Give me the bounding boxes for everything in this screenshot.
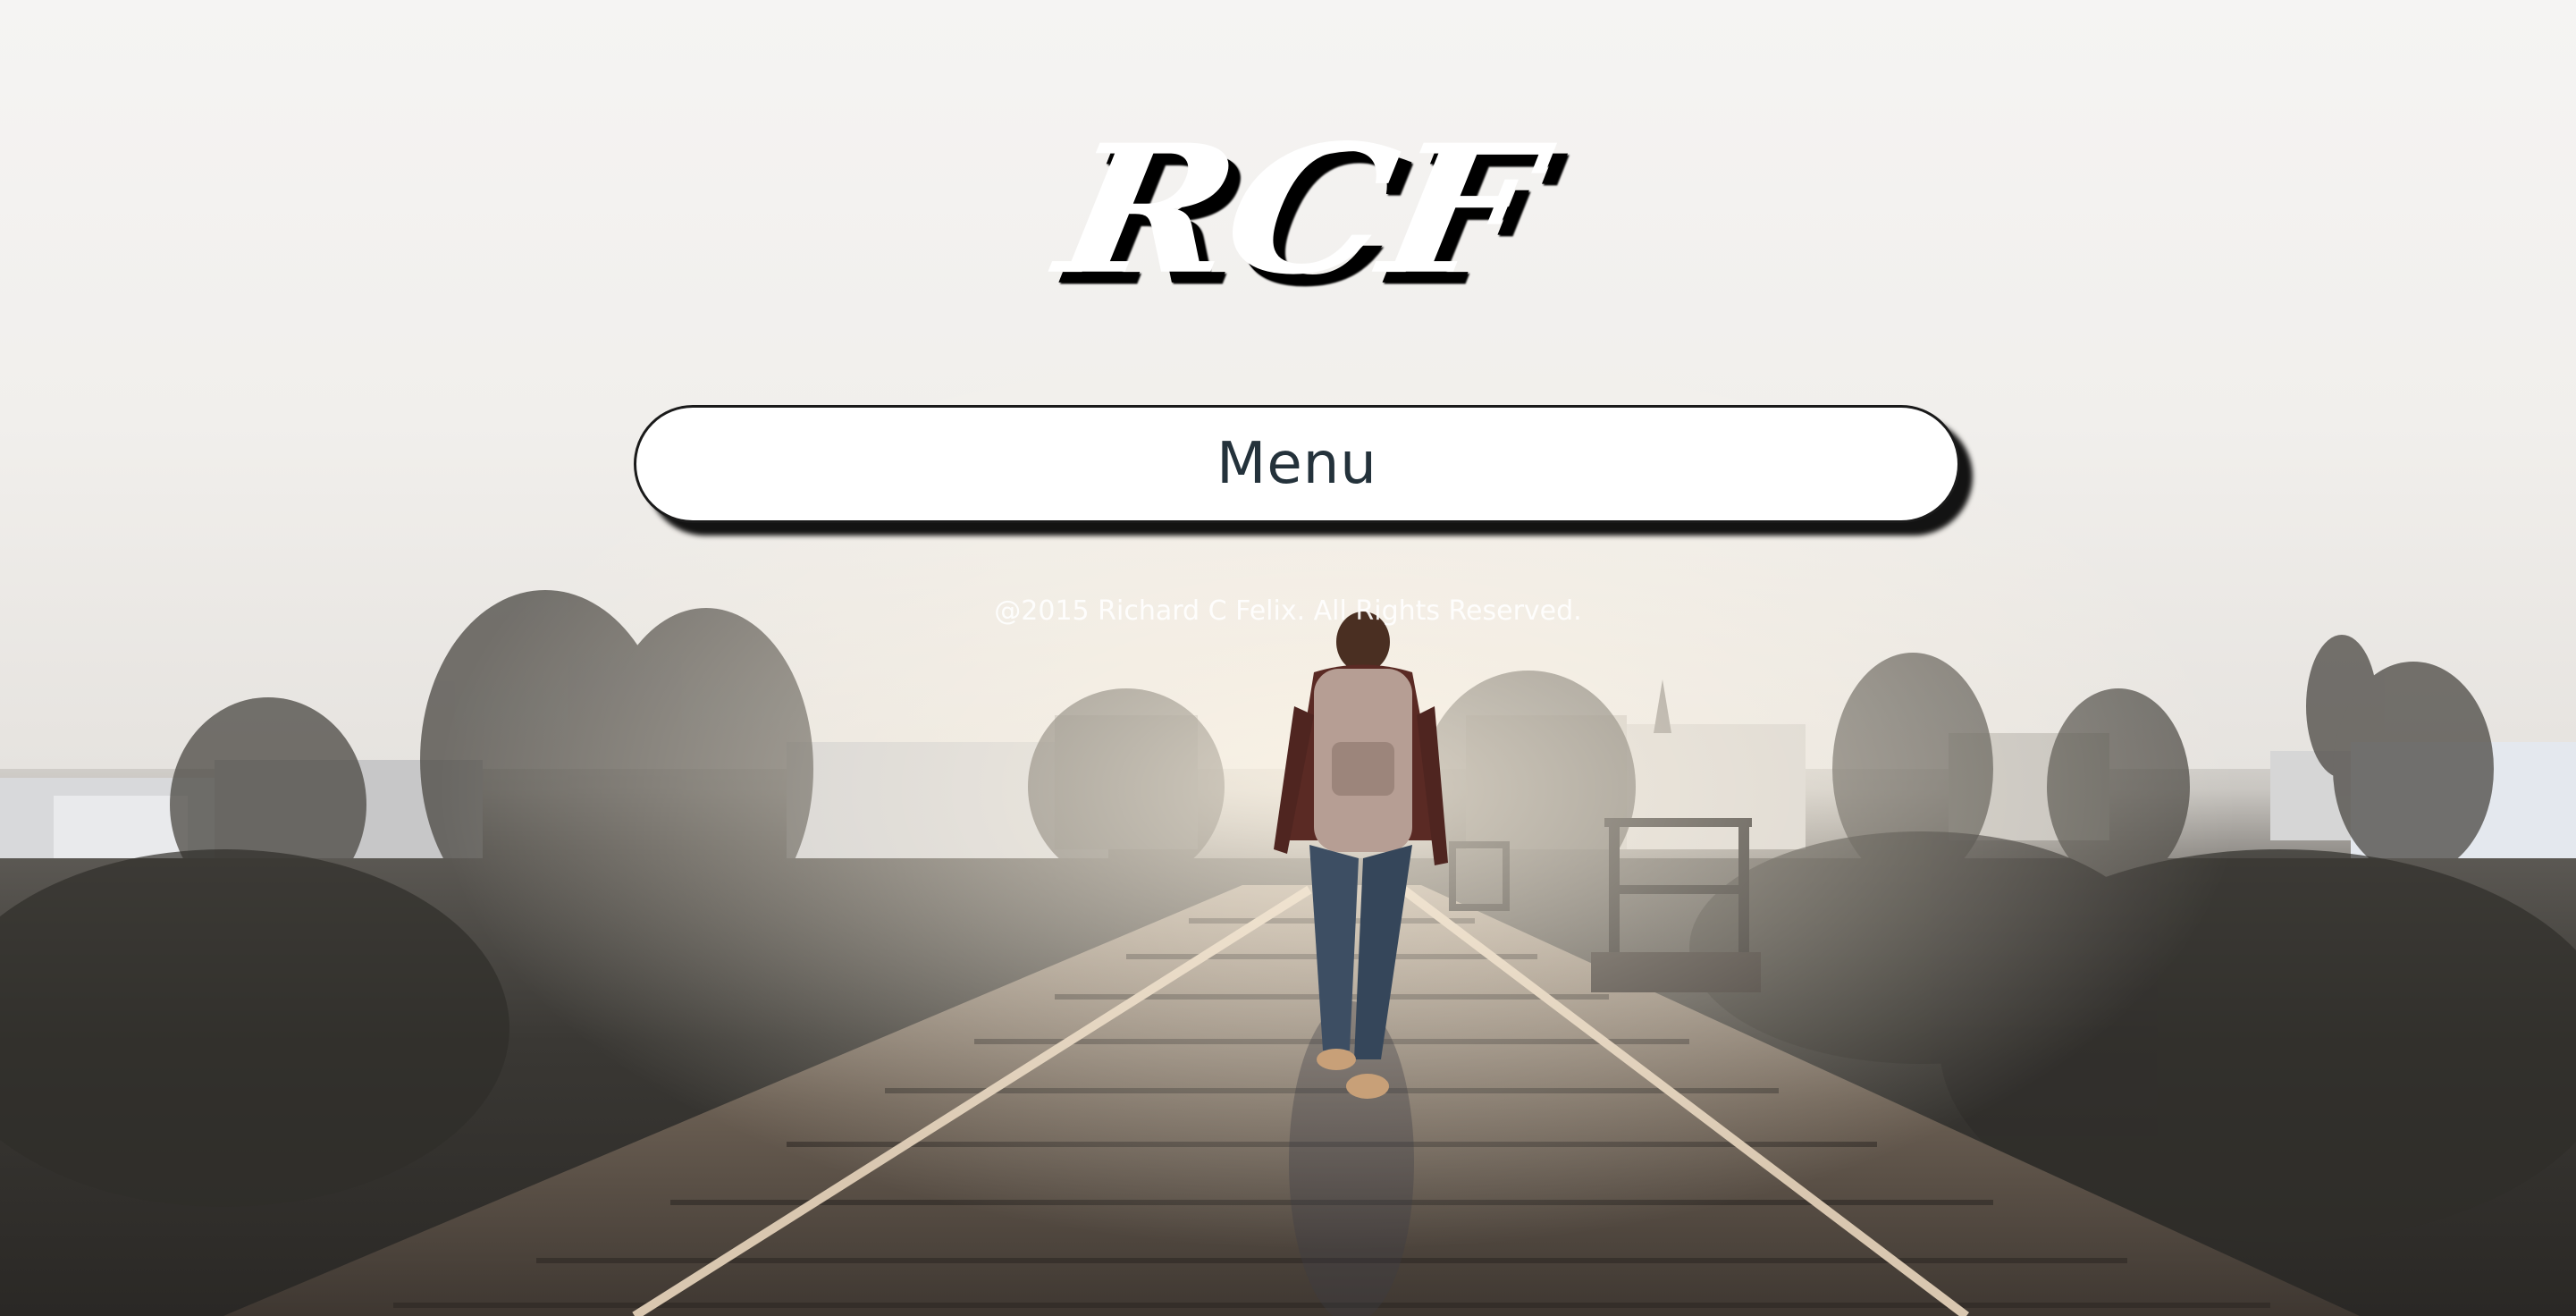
logo-text: RCF (1045, 105, 1547, 315)
landing-page: RCF Menu @2015 Richard C Felix. All Righ… (0, 0, 2576, 1316)
menu-button[interactable]: Menu (634, 405, 1960, 523)
copyright-notice: @2015 Richard C Felix. All Rights Reserv… (994, 595, 1582, 627)
menu-button-label: Menu (1216, 431, 1377, 497)
rcf-logo[interactable]: RCF (974, 105, 1618, 315)
